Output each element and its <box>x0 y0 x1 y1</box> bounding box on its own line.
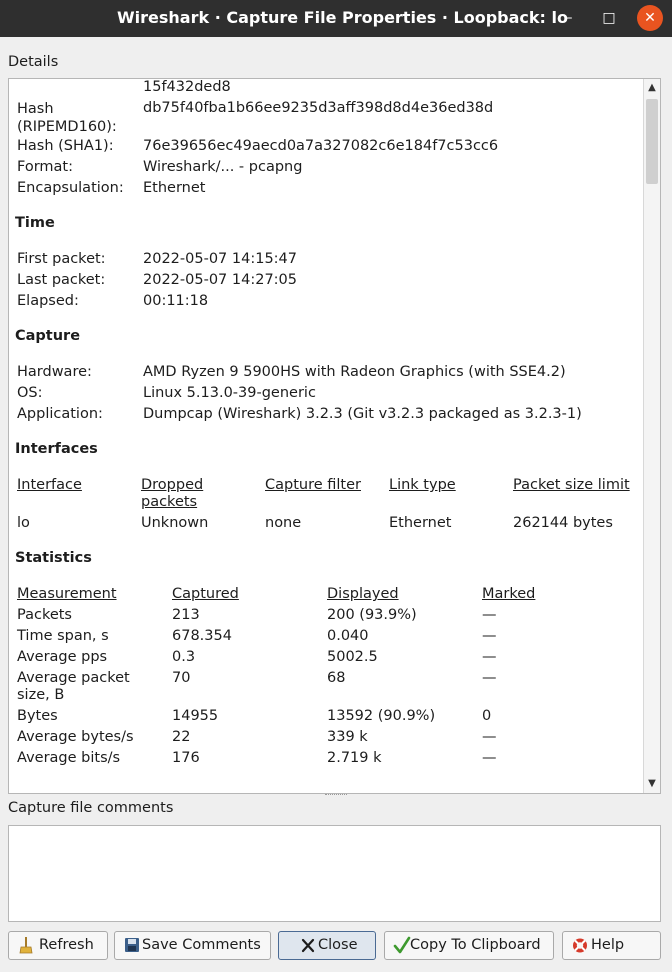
stats-row-displayed: 2.719 k <box>327 750 382 766</box>
stats-row-marked: — <box>482 607 497 623</box>
hash-ripemd-value: db75f40fba1b66ee9235d3aff398d8d4e36ed38d <box>143 100 494 116</box>
hardware-label: Hardware: <box>17 364 92 380</box>
stats-row-displayed: 0.040 <box>327 628 369 644</box>
first-packet-value: 2022-05-07 14:15:47 <box>143 251 297 267</box>
hash-ripemd-label: Hash (RIPEMD160): <box>17 101 117 135</box>
first-packet-label: First packet: <box>17 251 106 267</box>
interfaces-col-dropped: Dropped packets <box>141 477 204 510</box>
encapsulation-value: Ethernet <box>143 180 206 196</box>
format-value: Wireshark/... - pcapng <box>143 159 303 175</box>
time-heading: Time <box>15 215 55 231</box>
elapsed-value: 00:11:18 <box>143 293 209 309</box>
maximize-button[interactable]: □ <box>597 6 621 30</box>
interfaces-col-interface: Interface <box>17 477 82 493</box>
elapsed-label: Elapsed: <box>17 293 79 309</box>
interface-filter: none <box>265 515 302 531</box>
statistics-heading: Statistics <box>15 550 92 566</box>
title-bar: Wireshark · Capture File Properties · Lo… <box>0 0 672 37</box>
interfaces-col-link-type: Link type <box>389 477 456 493</box>
hardware-value: AMD Ryzen 9 5900HS with Radeon Graphics … <box>143 364 566 380</box>
refresh-label: Refresh <box>39 937 94 953</box>
stats-row-marked: — <box>482 750 497 766</box>
last-packet-value: 2022-05-07 14:27:05 <box>143 272 297 288</box>
stats-row-label: Average pps <box>17 649 108 665</box>
details-label: Details <box>8 54 59 70</box>
copy-label: Copy To Clipboard <box>410 937 541 953</box>
stats-col-measurement: Measurement <box>17 586 117 602</box>
window-title: Wireshark · Capture File Properties · Lo… <box>117 8 568 27</box>
window-close-button[interactable]: ✕ <box>637 5 663 31</box>
application-label: Application: <box>17 406 103 422</box>
stats-row-captured: 22 <box>172 729 191 745</box>
interface-link-type: Ethernet <box>389 515 452 531</box>
format-label: Format: <box>17 159 73 175</box>
refresh-button[interactable]: Refresh <box>8 931 108 960</box>
interface-dropped: Unknown <box>141 515 209 531</box>
splitter-handle[interactable] <box>325 794 347 797</box>
stats-row-captured: 213 <box>172 607 200 623</box>
scroll-down-arrow-icon[interactable]: ▼ <box>644 775 660 793</box>
copy-to-clipboard-button[interactable]: Copy To Clipboard <box>384 931 554 960</box>
encapsulation-label: Encapsulation: <box>17 180 124 196</box>
save-comments-button[interactable]: Save Comments <box>114 931 271 960</box>
stats-col-marked: Marked <box>482 586 536 602</box>
hash-sha1-label: Hash (SHA1): <box>17 138 114 154</box>
stats-row-marked: — <box>482 670 497 686</box>
stats-row-displayed: 13592 (90.9%) <box>327 708 436 724</box>
stats-row-captured: 678.354 <box>172 628 232 644</box>
scroll-up-arrow-icon[interactable]: ▲ <box>644 79 660 97</box>
interfaces-col-size-limit: Packet size limit <box>513 477 630 493</box>
close-button[interactable]: Close <box>278 931 376 960</box>
save-comments-label: Save Comments <box>142 937 261 953</box>
stats-row-marked: — <box>482 729 497 745</box>
details-pane[interactable]: 15f432ded8 Hash (RIPEMD160): db75f40fba1… <box>8 78 661 794</box>
stats-row-label: Bytes <box>17 708 58 724</box>
checkmark-icon <box>393 932 411 959</box>
stats-row-displayed: 339 k <box>327 729 368 745</box>
minimize-button[interactable]: – <box>557 6 581 30</box>
lifebuoy-icon <box>571 932 589 959</box>
hash-tail-value: 15f432ded8 <box>143 79 231 95</box>
stats-col-displayed: Displayed <box>327 586 399 602</box>
application-value: Dumpcap (Wireshark) 3.2.3 (Git v3.2.3 pa… <box>143 406 582 422</box>
os-value: Linux 5.13.0-39-generic <box>143 385 316 401</box>
stats-row-displayed: 5002.5 <box>327 649 378 665</box>
hash-sha1-value: 76e39656ec49aecd0a7a327082c6e184f7c53cc6 <box>143 138 499 154</box>
comments-textarea[interactable] <box>8 825 661 922</box>
stats-row-label: Average packet size, B <box>17 670 130 703</box>
stats-row-captured: 14955 <box>172 708 219 724</box>
stats-row-captured: 0.3 <box>172 649 196 665</box>
close-label: Close <box>318 937 358 953</box>
stats-row-label: Time span, s <box>17 628 109 644</box>
stats-row-displayed: 68 <box>327 670 346 686</box>
interface-name: lo <box>17 515 30 531</box>
help-button[interactable]: Help <box>562 931 661 960</box>
stats-row-label: Packets <box>17 607 72 623</box>
stats-row-captured: 176 <box>172 750 200 766</box>
last-packet-label: Last packet: <box>17 272 106 288</box>
stats-row-marked: — <box>482 649 497 665</box>
stats-row-label: Average bytes/s <box>17 729 134 745</box>
stats-col-captured: Captured <box>172 586 239 602</box>
broom-icon <box>17 932 35 959</box>
interfaces-heading: Interfaces <box>15 441 98 457</box>
stats-row-marked: — <box>482 628 497 644</box>
floppy-disk-icon <box>123 932 141 959</box>
stats-row-captured: 70 <box>172 670 191 686</box>
interfaces-col-filter: Capture filter <box>265 477 361 493</box>
stats-row-displayed: 200 (93.9%) <box>327 607 417 623</box>
stats-row-marked: 0 <box>482 708 492 724</box>
help-label: Help <box>591 937 625 953</box>
close-x-icon <box>299 932 317 959</box>
scrollbar-thumb[interactable] <box>646 99 658 184</box>
stats-row-label: Average bits/s <box>17 750 121 766</box>
os-label: OS: <box>17 385 43 401</box>
details-scrollbar[interactable]: ▲ ▼ <box>643 79 660 793</box>
comments-label: Capture file comments <box>8 800 174 816</box>
interface-size-limit: 262144 bytes <box>513 515 613 531</box>
capture-heading: Capture <box>15 328 81 344</box>
